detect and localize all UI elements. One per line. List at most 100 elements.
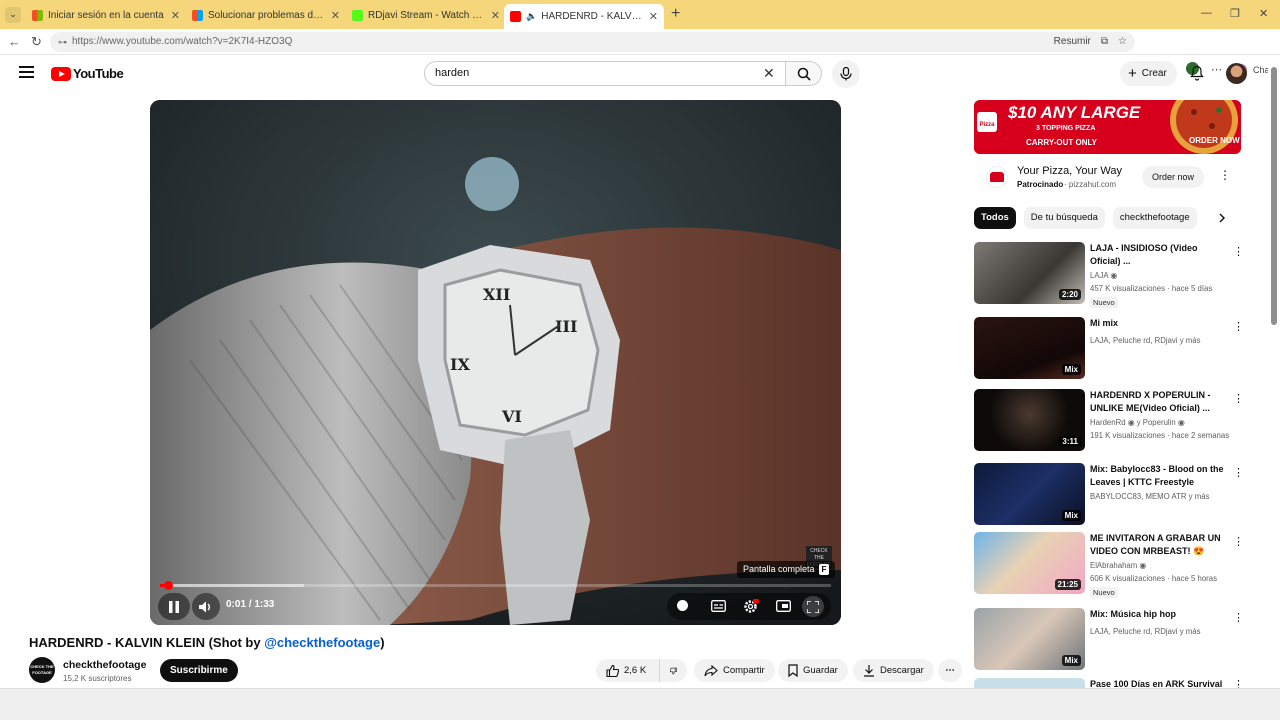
- youtube-logo[interactable]: YouTube: [51, 66, 124, 81]
- recommendation-item[interactable]: Pase 100 Días en ARK Survival ⋮: [974, 678, 1259, 688]
- video-thumbnail[interactable]: 3:11: [974, 389, 1085, 451]
- create-button[interactable]: + Crear: [1120, 61, 1177, 86]
- browser-tab-2[interactable]: Solucionar problemas de Bluetooth ✕: [186, 4, 346, 26]
- favorite-icon[interactable]: ☆: [1118, 32, 1127, 52]
- more-options-icon[interactable]: ⋮: [1233, 466, 1244, 479]
- video-thumbnail[interactable]: 2:20: [974, 242, 1085, 304]
- video-thumbnail[interactable]: [974, 678, 1085, 688]
- recommendation-title[interactable]: HARDENRD X POPERULIN - UNLIKE ME(Video O…: [1090, 389, 1230, 415]
- menu-icon[interactable]: [19, 66, 34, 81]
- close-tab-icon[interactable]: ✕: [649, 10, 658, 23]
- resume-label[interactable]: Resumir: [1054, 32, 1091, 52]
- fullscreen-button[interactable]: [802, 596, 824, 617]
- recommendation-channel[interactable]: LAJA ◉: [1090, 269, 1117, 282]
- recommendation-item[interactable]: 21:25 ME INVITARON A GRABAR UN VIDEO CON…: [974, 532, 1259, 598]
- recommendation-item[interactable]: Mix Mix: Babylocc83 - Blood on the Leave…: [974, 463, 1259, 527]
- tab-title: Iniciar sesión en la cuenta: [48, 9, 164, 21]
- recommendation-item[interactable]: 2:20 LAJA - INSIDIOSO (Video Oficial) ..…: [974, 242, 1259, 308]
- mix-thumbnail[interactable]: Mix: [974, 463, 1085, 525]
- share-button[interactable]: Compartir: [694, 659, 775, 682]
- ad-banner-image[interactable]: Pizza $10 ANY LARGE 3 TOPPING PIZZA CARR…: [974, 100, 1241, 154]
- save-button[interactable]: Guardar: [778, 659, 848, 682]
- url-field[interactable]: ⊶ https://www.youtube.com/watch?v=2K7I4-…: [50, 32, 1135, 52]
- recommendation-title[interactable]: Mix: Música hip hop: [1090, 608, 1230, 621]
- time-display: 0:01 / 1:33: [226, 599, 275, 610]
- chip-all[interactable]: Todos: [974, 207, 1016, 229]
- minimize-icon[interactable]: —: [1201, 7, 1212, 19]
- pause-button[interactable]: [158, 593, 190, 620]
- site-info-icon[interactable]: ⊶: [58, 32, 67, 52]
- dislike-button[interactable]: [659, 659, 687, 682]
- recommendation-channel[interactable]: ElAbrahaham ◉: [1090, 559, 1146, 572]
- ad-title[interactable]: Your Pizza, Your Way: [1017, 165, 1122, 177]
- close-tab-icon[interactable]: ✕: [171, 9, 180, 22]
- more-actions-button[interactable]: ⋯: [938, 659, 962, 682]
- clear-search-icon[interactable]: ✕: [763, 65, 775, 82]
- chip-channel[interactable]: checkthefootage: [1112, 207, 1197, 229]
- video-thumbnail[interactable]: 21:25: [974, 532, 1085, 594]
- duration-badge: 21:25: [1054, 579, 1081, 590]
- channel-name[interactable]: checkthefootage: [63, 659, 146, 671]
- subtitles-icon[interactable]: [711, 600, 726, 612]
- ad-order-now-button[interactable]: Order now: [1142, 166, 1205, 188]
- recommendation-title[interactable]: ME INVITARON A GRABAR UN VIDEO CON MRBEA…: [1090, 532, 1230, 558]
- like-button[interactable]: 2,6 K: [596, 659, 659, 682]
- browser-tab-4-active[interactable]: 🔈 HARDENRD - KALVIN KLEIN (Shot by ✕: [504, 4, 664, 29]
- recommendation-title[interactable]: Pase 100 Días en ARK Survival: [1090, 678, 1230, 688]
- restore-icon[interactable]: ❐: [1230, 7, 1240, 20]
- channel-mention-link[interactable]: @checkthefootage: [264, 635, 380, 650]
- recommendation-channel[interactable]: LAJA, Peluche rd, RDjavi y más: [1090, 625, 1201, 638]
- recommendation-title[interactable]: LAJA - INSIDIOSO (Video Oficial) ...: [1090, 242, 1230, 268]
- video-player[interactable]: XIIIII VIIX CHECK THE FOOTAGE Pantalla c…: [150, 100, 841, 625]
- recommendation-title[interactable]: Mi mix: [1090, 317, 1230, 330]
- subscribe-button[interactable]: Suscribirme: [160, 659, 238, 682]
- back-icon[interactable]: ←: [8, 34, 21, 49]
- account-avatar[interactable]: [1226, 63, 1247, 84]
- notifications-button[interactable]: [1190, 65, 1204, 81]
- recommendation-item[interactable]: 3:11 HARDENRD X POPERULIN - UNLIKE ME(Vi…: [974, 389, 1259, 453]
- recommendation-channel[interactable]: LAJA, Peluche rd, RDjavi y más: [1090, 334, 1201, 347]
- more-options-icon[interactable]: ⋮: [1233, 678, 1244, 688]
- ad-info-row: Your Pizza, Your Way Patrocinado · pizza…: [974, 158, 1241, 198]
- browser-tab-3[interactable]: RDjavi Stream - Watch Live on Kick ✕: [346, 4, 506, 26]
- mix-thumbnail[interactable]: Mix: [974, 608, 1085, 670]
- volume-button[interactable]: [192, 593, 220, 620]
- more-options-icon[interactable]: ⋮: [1233, 392, 1244, 405]
- recommendation-item[interactable]: Mix Mi mix LAJA, Peluche rd, RDjavi y má…: [974, 317, 1259, 381]
- tab-list-button[interactable]: ⌄: [5, 6, 21, 23]
- progress-bar[interactable]: [160, 581, 831, 590]
- more-options-icon[interactable]: ⋮: [1233, 535, 1244, 548]
- more-options-icon[interactable]: ⋮: [1233, 611, 1244, 624]
- close-tab-icon[interactable]: ✕: [331, 9, 340, 22]
- search-button[interactable]: [786, 61, 822, 86]
- more-options-icon[interactable]: ⋮: [1233, 320, 1244, 333]
- recommendation-item[interactable]: Mix Mix: Música hip hop LAJA, Peluche rd…: [974, 608, 1259, 672]
- settings-gear-icon[interactable]: [743, 599, 759, 614]
- scrollbar-thumb[interactable]: [1271, 67, 1277, 325]
- read-aloud-icon[interactable]: ⧉: [1101, 32, 1108, 52]
- chips-next-button[interactable]: [1218, 213, 1226, 223]
- browser-tab-1[interactable]: Iniciar sesión en la cuenta ✕: [26, 4, 186, 26]
- close-tab-icon[interactable]: ✕: [491, 9, 500, 22]
- ad-more-icon[interactable]: ⋮: [1219, 168, 1231, 182]
- autoplay-toggle[interactable]: [677, 600, 688, 611]
- advertiser-logo[interactable]: [986, 166, 1008, 188]
- tab-title: HARDENRD - KALVIN KLEIN (Shot by: [541, 11, 643, 22]
- youtube-play-icon: [51, 66, 71, 81]
- download-button[interactable]: Descargar: [853, 659, 934, 682]
- recommendation-channel[interactable]: BABYLOCC83, MEMO ATR y más: [1090, 490, 1209, 503]
- new-tab-button[interactable]: +: [671, 5, 680, 23]
- search-input[interactable]: harden: [424, 61, 786, 86]
- voice-search-button[interactable]: [832, 60, 860, 88]
- close-window-icon[interactable]: ✕: [1259, 7, 1268, 20]
- channel-avatar[interactable]: CHECK THE FOOTAGE: [29, 657, 55, 683]
- page-scrollbar[interactable]: [1268, 55, 1280, 688]
- reload-icon[interactable]: ↻: [31, 34, 42, 50]
- mix-thumbnail[interactable]: Mix: [974, 317, 1085, 379]
- more-options-icon[interactable]: ⋮: [1233, 245, 1244, 258]
- scrubber-handle[interactable]: [164, 581, 173, 590]
- theater-mode-icon[interactable]: [776, 600, 791, 612]
- chip-from-search[interactable]: De tu búsqueda: [1023, 207, 1105, 229]
- recommendation-channel[interactable]: HardenRd ◉ y Poperulin ◉: [1090, 416, 1185, 429]
- recommendation-title[interactable]: Mix: Babylocc83 - Blood on the Leaves | …: [1090, 463, 1230, 489]
